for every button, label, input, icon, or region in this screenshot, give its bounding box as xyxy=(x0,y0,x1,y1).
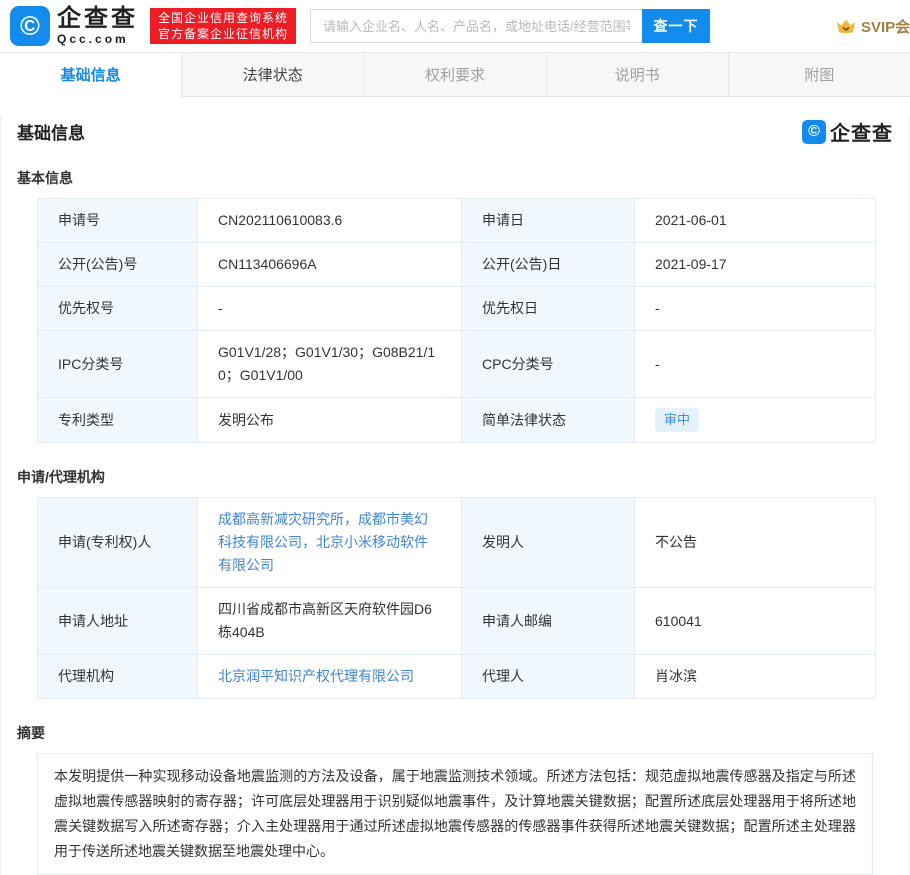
field-value: 发明公布 xyxy=(198,398,462,443)
field-label: 优先权日 xyxy=(462,287,635,331)
tab-claims[interactable]: 权利要求 xyxy=(364,53,546,97)
abstract-text: 本发明提供一种实现移动设备地震监测的方法及设备，属于地震监测技术领域。所述方法包… xyxy=(37,753,873,875)
applicant-separator: ， xyxy=(302,534,316,550)
tab-legal-status[interactable]: 法律状态 xyxy=(182,53,364,97)
table-row: 专利类型 发明公布 简单法律状态 审中 xyxy=(38,398,876,443)
table-row: 公开(公告)号 CN113406696A 公开(公告)日 2021-09-17 xyxy=(38,243,876,287)
badge-line-2: 官方备案企业征信机构 xyxy=(158,26,288,42)
field-label: 代理机构 xyxy=(38,655,198,699)
field-label: 申请日 xyxy=(462,199,635,243)
field-label: 申请号 xyxy=(38,199,198,243)
svip-membership-link[interactable]: SVIP会员 xyxy=(836,0,910,52)
agent-org-cell: 北京润平知识产权代理有限公司 xyxy=(198,655,462,699)
field-value: 审中 xyxy=(635,398,876,443)
field-label: 专利类型 xyxy=(38,398,198,443)
search-input[interactable] xyxy=(310,9,642,43)
qcc-watermark-text: 企查查 xyxy=(830,117,893,146)
qcc-watermark: © 企查查 xyxy=(802,117,893,146)
crown-icon xyxy=(836,18,856,34)
field-value: G01V1/28；G01V1/30；G08B21/10；G01V1/00 xyxy=(198,331,462,398)
field-label: 代理人 xyxy=(462,655,635,699)
field-value: - xyxy=(635,331,876,398)
field-label: 优先权号 xyxy=(38,287,198,331)
tab-specification[interactable]: 说明书 xyxy=(547,53,729,97)
search-button[interactable]: 查一下 xyxy=(642,9,710,43)
field-label: IPC分类号 xyxy=(38,331,198,398)
detail-tabbar: 基础信息 法律状态 权利要求 说明书 附图 xyxy=(0,52,910,97)
tab-drawings[interactable]: 附图 xyxy=(729,53,910,97)
basic-info-table: 申请号 CN202110610083.6 申请日 2021-06-01 公开(公… xyxy=(37,198,876,443)
field-label: 申请(专利权)人 xyxy=(38,498,198,588)
qcc-logo-icon: © xyxy=(10,6,50,46)
logo-domain: Qcc.com xyxy=(57,32,138,46)
tab-basic-info[interactable]: 基础信息 xyxy=(0,53,182,97)
field-label: 公开(公告)日 xyxy=(462,243,635,287)
field-value: 610041 xyxy=(635,588,876,655)
field-label: 申请人邮编 xyxy=(462,588,635,655)
field-label: CPC分类号 xyxy=(462,331,635,398)
qcc-watermark-icon: © xyxy=(802,120,826,144)
page-title-row: 基础信息 © 企查查 xyxy=(17,117,893,146)
search-bar: 查一下 xyxy=(310,9,710,43)
field-value: 肖冰滨 xyxy=(635,655,876,699)
badge-line-1: 全国企业信用查询系统 xyxy=(158,10,288,26)
table-row: 申请(专利权)人 成都高新减灾研究所，成都市美幻科技有限公司，北京小米移动软件有… xyxy=(38,498,876,588)
table-row: 申请号 CN202110610083.6 申请日 2021-06-01 xyxy=(38,199,876,243)
logo-name: 企查查 xyxy=(57,6,138,31)
svip-label: SVIP会员 xyxy=(861,16,910,37)
applicant-link[interactable]: 成都高新减灾研究所 xyxy=(218,511,344,527)
agency-link[interactable]: 北京润平知识产权代理有限公司 xyxy=(218,668,414,684)
qcc-logo-text: 企查查 Qcc.com xyxy=(57,6,138,45)
table-row: IPC分类号 G01V1/28；G01V1/30；G08B21/10；G01V1… xyxy=(38,331,876,398)
field-label: 公开(公告)号 xyxy=(38,243,198,287)
field-label: 简单法律状态 xyxy=(462,398,635,443)
field-label: 发明人 xyxy=(462,498,635,588)
field-value: CN113406696A xyxy=(198,243,462,287)
page-title: 基础信息 xyxy=(17,119,85,144)
table-row: 代理机构 北京润平知识产权代理有限公司 代理人 肖冰滨 xyxy=(38,655,876,699)
field-value: 2021-09-17 xyxy=(635,243,876,287)
section-heading-agency: 申请/代理机构 xyxy=(17,467,893,487)
table-row: 优先权号 - 优先权日 - xyxy=(38,287,876,331)
site-header: © 企查查 Qcc.com 全国企业信用查询系统 官方备案企业征信机构 查一下 … xyxy=(0,0,910,52)
field-value: 2021-06-01 xyxy=(635,199,876,243)
status-badge: 审中 xyxy=(655,408,699,432)
qcc-logo[interactable]: © 企查查 Qcc.com xyxy=(10,6,138,46)
patent-detail-content: 基础信息 © 企查查 基本信息 申请号 CN202110610083.6 申请日… xyxy=(0,117,910,875)
field-value: - xyxy=(635,287,876,331)
field-value: 四川省成都市高新区天府软件园D6栋404B xyxy=(198,588,462,655)
field-label: 申请人地址 xyxy=(38,588,198,655)
section-heading-abstract: 摘要 xyxy=(17,723,893,743)
section-heading-basic: 基本信息 xyxy=(17,168,893,188)
table-row: 申请人地址 四川省成都市高新区天府软件园D6栋404B 申请人邮编 610041 xyxy=(38,588,876,655)
field-value: 不公告 xyxy=(635,498,876,588)
official-certification-badge: 全国企业信用查询系统 官方备案企业征信机构 xyxy=(150,8,296,44)
applicant-separator: ， xyxy=(344,511,358,527)
field-value: - xyxy=(198,287,462,331)
agency-info-table: 申请(专利权)人 成都高新减灾研究所，成都市美幻科技有限公司，北京小米移动软件有… xyxy=(37,497,876,699)
applicants-cell: 成都高新减灾研究所，成都市美幻科技有限公司，北京小米移动软件有限公司 xyxy=(198,498,462,588)
field-value: CN202110610083.6 xyxy=(198,199,462,243)
